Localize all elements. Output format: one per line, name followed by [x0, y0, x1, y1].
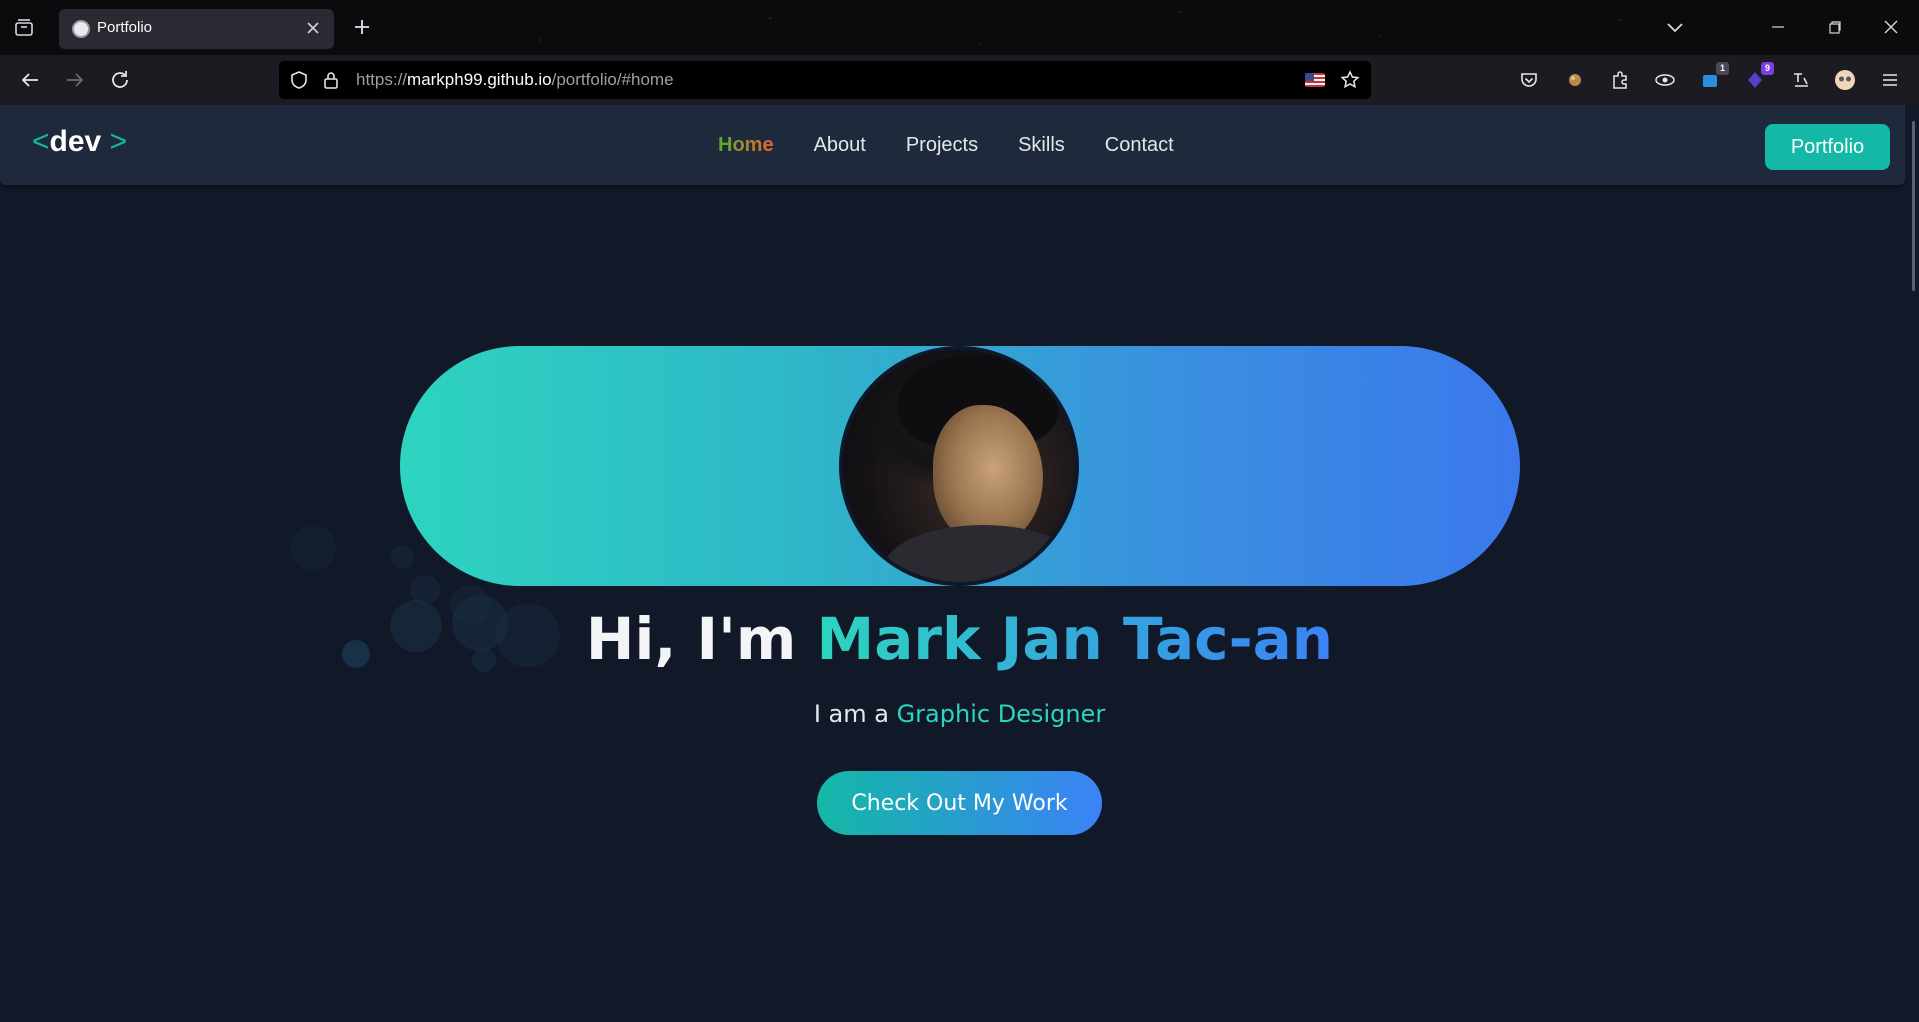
- bookmark-star-icon[interactable]: [1340, 70, 1360, 90]
- browser-tab-bar: Portfolio: [0, 0, 1919, 55]
- logo-close-bracket: >: [109, 125, 128, 158]
- extensions-puzzle-icon[interactable]: [1607, 67, 1633, 93]
- tracking-shield-icon[interactable]: [289, 70, 309, 90]
- nav-item-skills[interactable]: Skills: [1018, 134, 1065, 157]
- forward-arrow-icon[interactable]: [62, 67, 88, 93]
- hero-name: Mark Jan Tac-an: [816, 605, 1334, 673]
- hero-headline: Hi, I'm Mark Jan Tac-an: [0, 605, 1919, 673]
- tagline-role: Graphic Designer: [896, 700, 1106, 728]
- tab-list-icon[interactable]: [12, 15, 36, 39]
- nav-item-about[interactable]: About: [814, 134, 866, 157]
- nav-item-projects[interactable]: Projects: [906, 134, 978, 157]
- logo-text: dev: [49, 125, 102, 158]
- check-out-work-button[interactable]: Check Out My Work: [817, 771, 1102, 835]
- extension-badge-count: 9: [1761, 62, 1774, 75]
- pocket-icon[interactable]: [1516, 67, 1542, 93]
- close-window-icon[interactable]: [1878, 14, 1904, 40]
- browser-tab-portfolio[interactable]: Portfolio: [59, 9, 334, 49]
- lock-icon[interactable]: [321, 70, 341, 90]
- page-scrollbar[interactable]: [1905, 105, 1919, 1022]
- minimize-window-icon[interactable]: [1765, 14, 1791, 40]
- tagline-prefix: I am a: [813, 700, 897, 728]
- extension-translate-icon[interactable]: [1788, 67, 1814, 93]
- tab-title: Portfolio: [97, 19, 153, 36]
- site-logo[interactable]: <dev >: [32, 125, 127, 159]
- address-bar[interactable]: https://markph99.github.io/portfolio/#ho…: [279, 61, 1371, 99]
- profile-photo: [839, 346, 1079, 586]
- reload-icon[interactable]: [107, 67, 133, 93]
- extension-blue-icon[interactable]: 1: [1697, 62, 1729, 93]
- us-flag-icon[interactable]: [1305, 73, 1325, 87]
- site-header: <dev > Home About Projects Skills Contac…: [0, 105, 1905, 185]
- url-path: /portfolio/#home: [551, 70, 674, 89]
- nav-item-contact[interactable]: Contact: [1105, 134, 1174, 157]
- main-nav: Home About Projects Skills Contact: [718, 105, 1174, 185]
- hamburger-menu-icon[interactable]: [1877, 67, 1903, 93]
- extension-badge-count: 1: [1716, 62, 1729, 75]
- hero-greeting: Hi, I'm: [585, 605, 817, 673]
- scrollbar-thumb[interactable]: [1912, 121, 1915, 291]
- url-scheme: https://: [356, 70, 408, 89]
- nav-item-home[interactable]: Home: [718, 134, 774, 157]
- tab-overflow-chevron-icon[interactable]: [1662, 14, 1688, 40]
- url-host: markph99.github.io: [407, 70, 552, 89]
- extension-firework-icon[interactable]: [1562, 67, 1588, 93]
- url-text[interactable]: https://markph99.github.io/portfolio/#ho…: [356, 70, 674, 90]
- portfolio-page: <dev > Home About Projects Skills Contac…: [0, 105, 1919, 1022]
- logo-open-bracket: <: [32, 125, 50, 158]
- close-tab-icon[interactable]: [304, 19, 322, 37]
- extension-purple-icon[interactable]: 9: [1742, 62, 1774, 93]
- favicon-icon: [72, 20, 90, 38]
- back-arrow-icon[interactable]: [17, 67, 43, 93]
- new-tab-plus-icon[interactable]: [351, 16, 373, 38]
- account-avatar-icon[interactable]: [1832, 67, 1858, 93]
- browser-toolbar: https://markph99.github.io/portfolio/#ho…: [0, 55, 1919, 105]
- portfolio-button[interactable]: Portfolio: [1765, 124, 1890, 170]
- extension-eye-icon[interactable]: [1652, 67, 1678, 93]
- hero-tagline: I am a Graphic Designer: [0, 700, 1919, 728]
- restore-window-icon[interactable]: [1822, 14, 1848, 40]
